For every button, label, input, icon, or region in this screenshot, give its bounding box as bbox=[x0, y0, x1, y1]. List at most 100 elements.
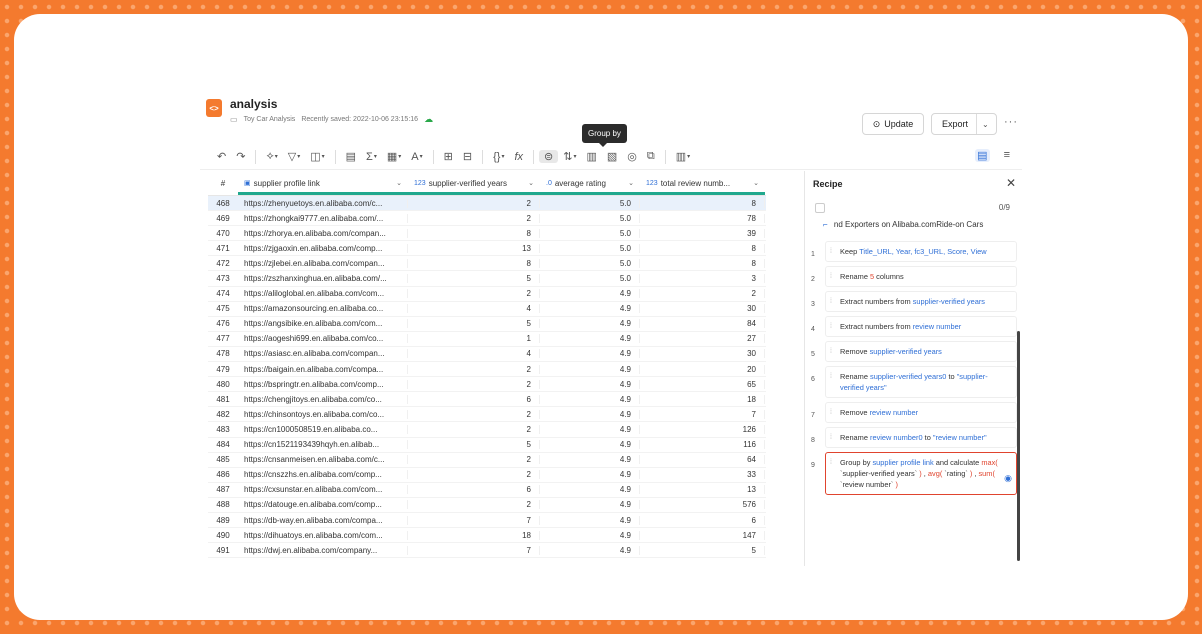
chevron-down-icon[interactable]: ⌄ bbox=[528, 179, 534, 187]
column-header-years[interactable]: 123 supplier-verified years ⌄ bbox=[408, 171, 540, 195]
row-index[interactable]: 482 bbox=[208, 410, 238, 419]
recipe-step[interactable]: 9 ⁞ Group by supplier profile link and cal… bbox=[811, 452, 1017, 495]
step-card[interactable]: ⁞ Remove review number bbox=[825, 402, 1017, 423]
review-cell[interactable]: 13 bbox=[640, 485, 765, 495]
supplier-link-cell[interactable]: https://aogeshi699.en.alibaba.com/co... bbox=[238, 334, 408, 344]
review-cell[interactable]: 65 bbox=[640, 379, 765, 389]
years-cell[interactable]: 7 bbox=[408, 515, 540, 525]
review-cell[interactable]: 18 bbox=[640, 394, 765, 404]
years-cell[interactable]: 18 bbox=[408, 530, 540, 540]
review-cell[interactable]: 8 bbox=[640, 243, 765, 253]
years-cell[interactable]: 2 bbox=[408, 409, 540, 419]
supplier-link-cell[interactable]: https://chengjitoys.en.alibaba.com/co... bbox=[238, 394, 408, 404]
table-row[interactable]: 490 https://dihuatoys.en.alibaba.com/com.… bbox=[208, 528, 766, 544]
table-row[interactable]: 474 https://aliloglobal.en.alibaba.com/co… bbox=[208, 287, 766, 302]
row-index[interactable]: 468 bbox=[208, 199, 238, 208]
table-row[interactable]: 470 https://zhorya.en.alibaba.com/compan.… bbox=[208, 226, 766, 242]
years-cell[interactable]: 2 bbox=[408, 500, 540, 510]
table-row[interactable]: 485 https://cnsanmeisen.en.alibaba.com/c.… bbox=[208, 453, 766, 468]
column-header-review[interactable]: 123 total review numb... ⌄ bbox=[640, 171, 765, 195]
years-cell[interactable]: 7 bbox=[408, 545, 540, 555]
review-cell[interactable]: 78 bbox=[640, 213, 765, 223]
rating-cell[interactable]: 4.9 bbox=[540, 545, 640, 555]
table-row[interactable]: 481 https://chengjitoys.en.alibaba.com/co… bbox=[208, 392, 766, 408]
rating-cell[interactable]: 4.9 bbox=[540, 349, 640, 359]
rating-cell[interactable]: 4.9 bbox=[540, 319, 640, 329]
text-format-icon[interactable]: A ▾ bbox=[406, 151, 427, 163]
row-index[interactable]: 486 bbox=[208, 470, 238, 479]
more-options-icon[interactable]: ··· bbox=[1004, 116, 1018, 128]
table-row[interactable]: 475 https://amazonsourcing.en.alibaba.co.… bbox=[208, 302, 766, 317]
years-cell[interactable]: 8 bbox=[408, 258, 540, 268]
row-index[interactable]: 474 bbox=[208, 289, 238, 298]
supplier-link-cell[interactable]: https://aliloglobal.en.alibaba.com/com..… bbox=[238, 289, 408, 299]
row-index[interactable]: 470 bbox=[208, 229, 238, 238]
table-row[interactable]: 468 https://zhenyuetoys.en.alibaba.com/c.… bbox=[208, 196, 766, 212]
row-index[interactable]: 471 bbox=[208, 244, 238, 253]
review-cell[interactable]: 27 bbox=[640, 334, 765, 344]
supplier-link-cell[interactable]: https://amazonsourcing.en.alibaba.co... bbox=[238, 304, 408, 314]
chevron-down-icon[interactable]: ⌄ bbox=[628, 179, 634, 187]
step-card[interactable]: ⁞ Rename supplier-verified years0 to "sup… bbox=[825, 366, 1017, 398]
years-cell[interactable]: 13 bbox=[408, 243, 540, 253]
recipe-step[interactable]: 8 ⁞ Rename review number0 to "review numbe… bbox=[811, 427, 1017, 448]
drag-handle-icon[interactable]: ⁞ bbox=[830, 432, 832, 443]
supplier-link-cell[interactable]: https://cn1000508519.en.alibaba.co... bbox=[238, 424, 408, 434]
supplier-link-cell[interactable]: https://angsibike.en.alibaba.com/com... bbox=[238, 319, 408, 329]
review-cell[interactable]: 20 bbox=[640, 364, 765, 374]
table-row[interactable]: 487 https://cxsunstar.en.alibaba.com/com.… bbox=[208, 483, 766, 498]
supplier-link-cell[interactable]: https://zhorya.en.alibaba.com/compan... bbox=[238, 228, 408, 238]
drag-handle-icon[interactable]: ⁞ bbox=[830, 296, 832, 307]
supplier-link-cell[interactable]: https://zhongkai9777.en.alibaba.com/... bbox=[238, 213, 408, 223]
review-cell[interactable]: 33 bbox=[640, 470, 765, 480]
rating-cell[interactable]: 4.9 bbox=[540, 440, 640, 450]
braces-icon[interactable]: {} ▾ bbox=[488, 151, 509, 163]
append-icon[interactable]: ⧉ bbox=[642, 150, 660, 163]
row-index[interactable]: 481 bbox=[208, 395, 238, 404]
column-header-link[interactable]: ▣ supplier profile link ⌄ bbox=[238, 171, 408, 195]
row-index[interactable]: 485 bbox=[208, 455, 238, 464]
row-index[interactable]: 473 bbox=[208, 274, 238, 283]
supplier-link-cell[interactable]: https://dihuatoys.en.alibaba.com/com... bbox=[238, 530, 408, 540]
supplier-link-cell[interactable]: https://baigain.en.alibaba.com/compa... bbox=[238, 364, 408, 374]
date-icon[interactable]: ▦ ▾ bbox=[382, 150, 406, 163]
table-row[interactable]: 486 https://cnszzhs.en.alibaba.com/comp..… bbox=[208, 468, 766, 483]
step-card[interactable]: ⁞ Keep Title_URL, Year, fc3_URL, Score, V… bbox=[825, 241, 1017, 262]
scrollbar[interactable] bbox=[1017, 331, 1020, 561]
supplier-link-cell[interactable]: https://zszhanxinghua.en.alibaba.com/... bbox=[238, 274, 408, 284]
table-row[interactable]: 480 https://bspringtr.en.alibaba.com/comp… bbox=[208, 377, 766, 393]
drag-handle-icon[interactable]: ⁞ bbox=[830, 246, 832, 257]
supplier-link-cell[interactable]: https://asiasc.en.alibaba.com/compan... bbox=[238, 349, 408, 359]
rating-cell[interactable]: 4.9 bbox=[540, 485, 640, 495]
years-cell[interactable]: 6 bbox=[408, 485, 540, 495]
unpivot-icon[interactable]: ▧ bbox=[602, 150, 622, 163]
table-row[interactable]: 479 https://baigain.en.alibaba.com/compa.… bbox=[208, 362, 766, 378]
row-index[interactable]: 490 bbox=[208, 531, 238, 540]
close-icon[interactable]: ✕ bbox=[1006, 176, 1016, 190]
review-cell[interactable]: 576 bbox=[640, 500, 765, 510]
sort-icon[interactable]: ⇅ ▾ bbox=[558, 150, 581, 163]
sum-icon[interactable]: Σ ▾ bbox=[361, 151, 382, 163]
supplier-link-cell[interactable]: https://zjgaoxin.en.alibaba.com/comp... bbox=[238, 243, 408, 253]
pivot-icon[interactable]: ▥ bbox=[581, 150, 601, 163]
recipe-step[interactable]: 7 ⁞ Remove review number bbox=[811, 402, 1017, 423]
years-cell[interactable]: 2 bbox=[408, 198, 540, 208]
years-cell[interactable]: 5 bbox=[408, 319, 540, 329]
drag-handle-icon[interactable]: ⁞ bbox=[830, 271, 832, 282]
review-cell[interactable]: 3 bbox=[640, 274, 765, 284]
group-by-icon[interactable]: ⊜ bbox=[539, 150, 559, 163]
fx-icon[interactable]: fx bbox=[509, 151, 528, 163]
table-row[interactable]: 473 https://zszhanxinghua.en.alibaba.com/… bbox=[208, 271, 766, 287]
supplier-link-cell[interactable]: https://cnsanmeisen.en.alibaba.com/c... bbox=[238, 455, 408, 465]
select-all-checkbox[interactable] bbox=[815, 203, 825, 213]
drag-handle-icon[interactable]: ⁞ bbox=[830, 371, 832, 382]
step-card[interactable]: ⁞ Extract numbers from review number bbox=[825, 316, 1017, 337]
supplier-link-cell[interactable]: https://cnszzhs.en.alibaba.com/comp... bbox=[238, 470, 408, 480]
recipe-step[interactable]: 3 ⁞ Extract numbers from supplier-verified… bbox=[811, 291, 1017, 312]
table-row[interactable]: 482 https://chinsontoys.en.alibaba.com/co… bbox=[208, 407, 766, 423]
supplier-link-cell[interactable]: https://cxsunstar.en.alibaba.com/com... bbox=[238, 485, 408, 495]
years-cell[interactable]: 4 bbox=[408, 349, 540, 359]
table-row[interactable]: 484 https://cn1521193439hqyh.en.alibab...… bbox=[208, 438, 766, 453]
rating-cell[interactable]: 4.9 bbox=[540, 334, 640, 344]
chevron-down-icon[interactable]: ⌄ bbox=[977, 120, 989, 129]
